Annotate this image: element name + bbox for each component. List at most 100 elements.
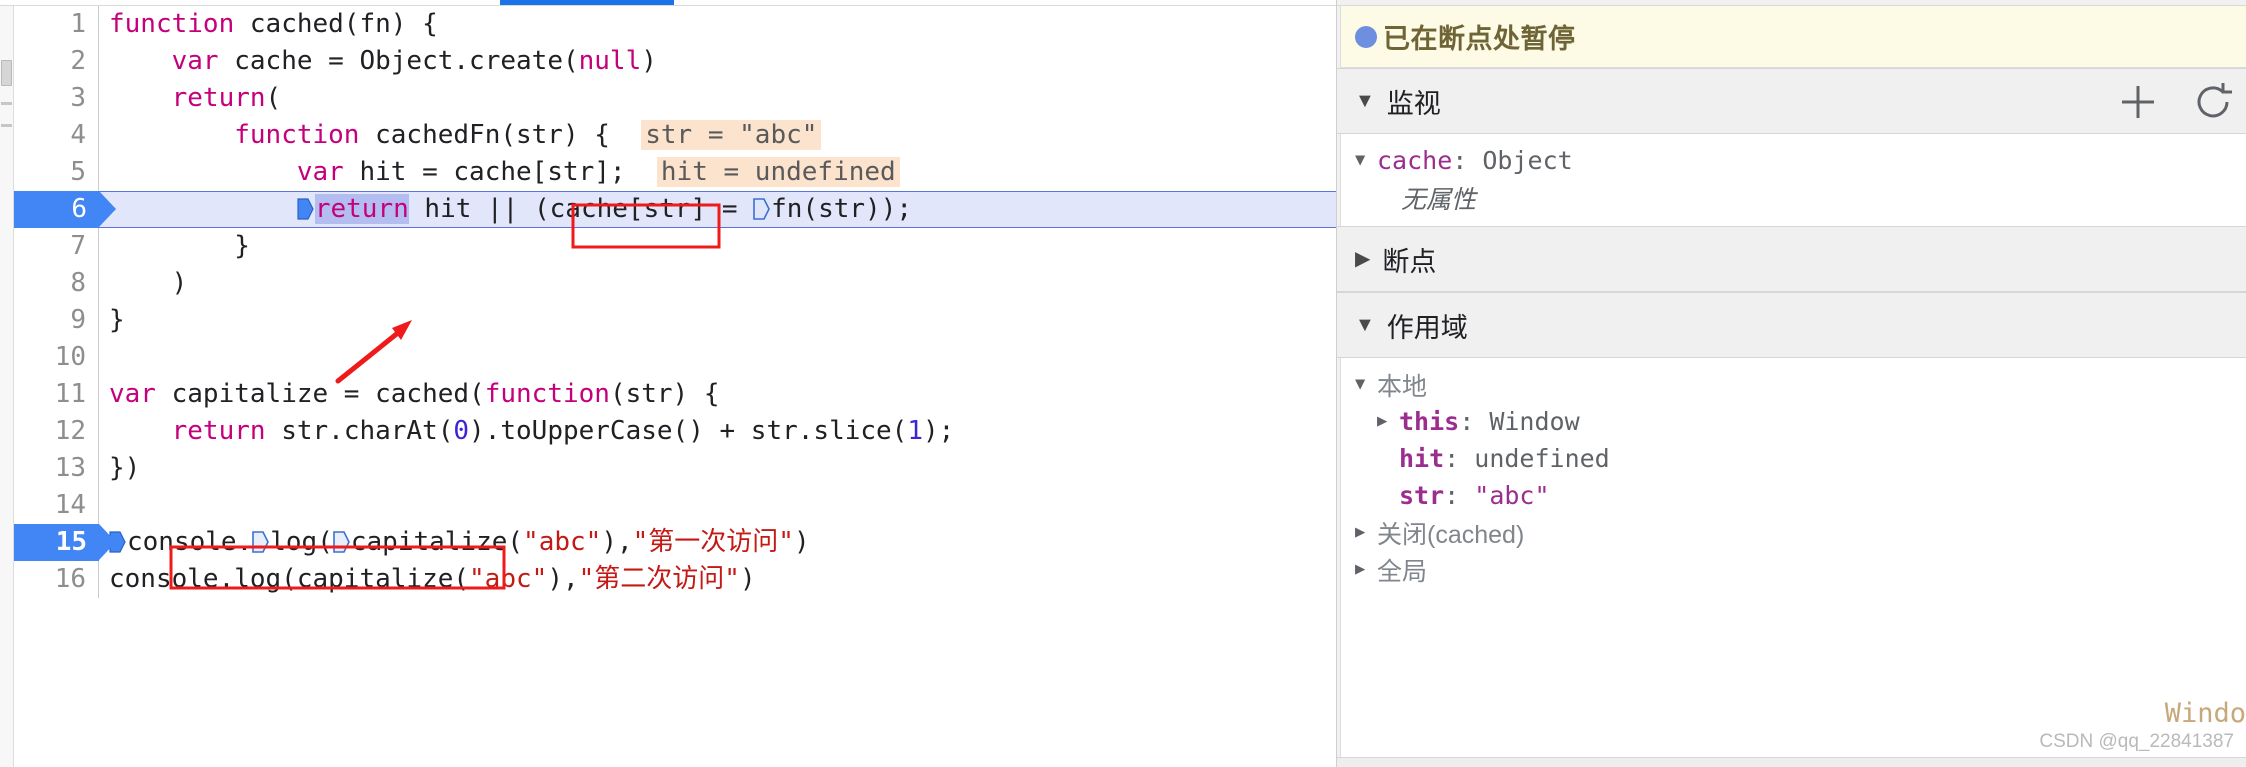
refresh-watch-button[interactable] [2190,79,2236,125]
chevron-down-icon[interactable]: ▼ [1355,91,1375,111]
scope-row-hit[interactable]: hit: undefined [1355,440,2246,477]
line-content[interactable]: } [99,228,1336,265]
scope-prop-value: undefined [1474,444,1610,473]
line-number-breakpoint[interactable]: 15 [14,524,116,561]
breakpoint-chevron-icon[interactable] [297,196,314,222]
line-content[interactable]: var capitalize = cached(function(str) { [99,376,1336,413]
watch-entry-value: Object [1482,146,1573,175]
line-content[interactable]: return hit || (cache[str] = fn(str)); [99,191,1336,228]
line-number[interactable]: 16 [14,561,99,598]
breakpoints-section-header[interactable]: ▶ 断点 [1337,226,2246,292]
line-number[interactable]: 3 [14,80,99,117]
breakpoint-chevron-icon[interactable] [252,529,270,555]
watch-section-title: 监视 [1386,88,1441,119]
line-number[interactable]: 10 [14,339,99,376]
code-line[interactable]: 1 function cached(fn) { [14,6,1336,43]
line-content[interactable]: function cached(fn) { [99,6,1336,43]
source-editor-pane: 1 function cached(fn) { 2 var cache = Ob… [0,0,1337,767]
chevron-down-icon[interactable]: ▼ [1355,315,1375,335]
scope-row-this[interactable]: this: Window [1355,403,2246,440]
line-content[interactable]: ) [99,265,1336,302]
code-line[interactable]: 10 [14,339,1336,376]
line-content[interactable] [99,339,1336,376]
paused-status-dot-icon [1355,25,1377,48]
breakpoint-chevron-icon[interactable] [753,196,771,222]
line-number[interactable]: 14 [14,487,99,524]
line-content[interactable]: } [99,302,1336,339]
code-line[interactable]: 4 function cachedFn(str) { str = "abc" [14,117,1336,154]
chevron-right-icon[interactable] [1355,561,1377,578]
line-content[interactable]: var cache = Object.create(null) [99,43,1336,80]
scope-prop-name: this [1399,407,1460,436]
line-number[interactable]: 5 [14,154,99,191]
line-number[interactable]: 7 [14,228,99,265]
line-number[interactable]: 13 [14,450,99,487]
line-number[interactable]: 12 [14,413,99,450]
code-lines-container[interactable]: 1 function cached(fn) { 2 var cache = Ob… [14,6,1336,767]
scope-group-global[interactable]: 全局 [1355,551,2246,588]
line-content[interactable]: return( [99,80,1336,117]
code-line-breakpoint[interactable]: 15 console. log(capitalize("abc"),"第一次访问"… [14,524,1336,561]
code-line[interactable]: 2 var cache = Object.create(null) [14,43,1336,80]
code-line[interactable]: 9 } [14,302,1336,339]
watch-entry-name: cache [1377,146,1453,175]
watermark-text: CSDN @qq_22841387 [2039,731,2234,752]
chevron-right-icon[interactable] [1377,413,1399,430]
code-line[interactable]: 14 [14,487,1336,524]
code-line[interactable]: 11 var capitalize = cached(function(str)… [14,376,1336,413]
code-line[interactable]: 16 console.log(capitalize("abc"),"第二次访问"… [14,561,1336,598]
watch-section-header[interactable]: ▼ 监视 [1337,68,2246,134]
breakpoint-chevron-icon[interactable] [333,529,350,555]
code-line[interactable]: 12 return str.charAt(0).toUpperCase() + … [14,413,1336,450]
scope-prop-separator: : [1444,481,1475,510]
scope-row-str[interactable]: str: "abc" [1355,477,2246,514]
code-line[interactable]: 3 return( [14,80,1336,117]
scope-prop-separator: : [1444,444,1475,473]
editor-scroll-strip[interactable] [0,6,14,767]
line-content[interactable] [99,487,1336,524]
scope-group-label: 本地 [1377,372,1428,401]
code-line[interactable]: 5 var hit = cache[str]; hit = undefined [14,154,1336,191]
line-number[interactable]: 4 [14,117,99,154]
chevron-down-icon[interactable] [1355,152,1377,169]
line-content[interactable]: console. log(capitalize("abc"),"第一次访问") [99,524,1336,561]
code-line[interactable]: 8 ) [14,265,1336,302]
line-number-current[interactable]: 6 [14,191,116,228]
line-number[interactable]: 11 [14,376,99,413]
code-line[interactable]: 13 }) [14,450,1336,487]
paused-on-breakpoint-banner: 已在断点处暂停 [1337,6,2246,68]
breakpoints-section-title: 断点 [1382,246,1437,277]
scope-group-label: 关闭(cached) [1377,520,1525,549]
line-content[interactable]: console.log(capitalize("abc"),"第二次访问") [99,561,1336,598]
watch-entry-separator: : [1452,146,1483,175]
scope-section-header[interactable]: ▼ 作用域 [1337,292,2246,358]
line-content[interactable]: function cachedFn(str) { str = "abc" [99,117,1336,154]
sidebar-bottom-bar [1337,757,2246,767]
scroll-marker [1,102,12,105]
line-number[interactable]: 8 [14,265,99,302]
scope-tree: 本地 this: Window hit: undefined str: "abc… [1337,358,2246,588]
chevron-right-icon[interactable] [1355,524,1377,541]
global-window-hint-text: Windo [2164,698,2246,729]
scope-prop-separator: : [1459,407,1490,436]
scope-prop-value: "abc" [1474,481,1550,510]
line-content[interactable]: }) [99,450,1336,487]
scrollbar-thumb[interactable] [1,60,12,86]
code-line[interactable]: 7 } [14,228,1336,265]
add-watch-expression-button[interactable] [2116,80,2160,124]
line-content[interactable]: return str.charAt(0).toUpperCase() + str… [99,413,1336,450]
chevron-right-icon[interactable]: ▶ [1355,249,1370,269]
watch-entry-cache[interactable]: cache: Object [1355,142,2246,179]
line-number[interactable]: 9 [14,302,99,339]
line-number[interactable]: 1 [14,6,99,43]
scope-group-local[interactable]: 本地 [1355,366,2246,403]
watch-entry-no-properties: 无属性 [1355,179,2246,216]
scope-group-closure[interactable]: 关闭(cached) [1355,514,2246,551]
code-line-current-execution[interactable]: 6 return hit || (cache[str] = fn(str)); [14,191,1336,228]
scroll-marker [1,124,12,127]
line-number[interactable]: 2 [14,43,99,80]
line-content[interactable]: var hit = cache[str]; hit = undefined [99,154,1336,191]
scope-group-label: 全局 [1377,557,1428,586]
scope-prop-value: Window [1489,407,1580,436]
chevron-down-icon[interactable] [1355,376,1377,393]
